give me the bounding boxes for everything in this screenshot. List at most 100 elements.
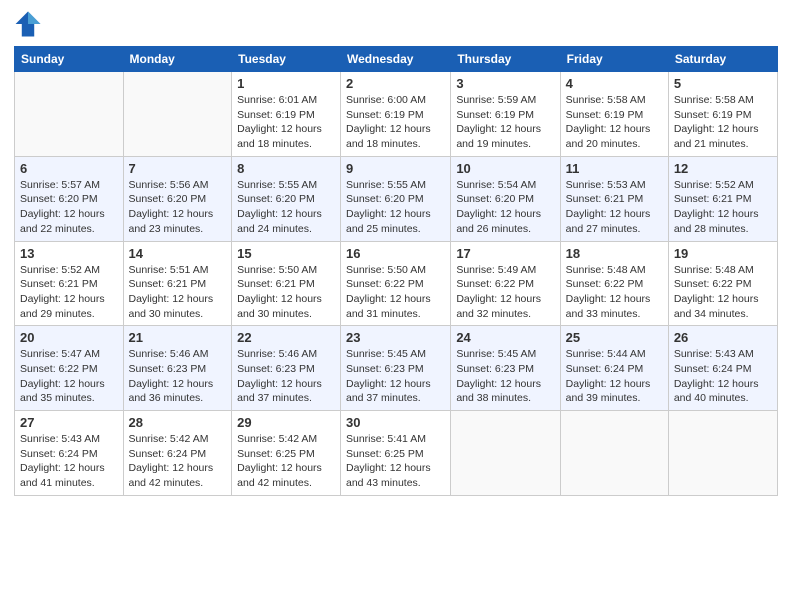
day-number: 25 [566, 330, 663, 345]
calendar-day-cell: 24 Sunrise: 5:45 AMSunset: 6:23 PMDayligh… [451, 326, 560, 411]
day-number: 24 [456, 330, 554, 345]
day-number: 23 [346, 330, 445, 345]
day-info: Sunrise: 5:58 AMSunset: 6:19 PMDaylight:… [674, 93, 772, 152]
day-number: 18 [566, 246, 663, 261]
calendar-day-cell: 6 Sunrise: 5:57 AMSunset: 6:20 PMDaylight… [15, 156, 124, 241]
calendar-day-cell: 7 Sunrise: 5:56 AMSunset: 6:20 PMDaylight… [123, 156, 232, 241]
day-info: Sunrise: 5:43 AMSunset: 6:24 PMDaylight:… [20, 432, 118, 491]
day-info: Sunrise: 5:58 AMSunset: 6:19 PMDaylight:… [566, 93, 663, 152]
day-info: Sunrise: 5:54 AMSunset: 6:20 PMDaylight:… [456, 178, 554, 237]
day-number: 20 [20, 330, 118, 345]
calendar-week-row: 27 Sunrise: 5:43 AMSunset: 6:24 PMDayligh… [15, 411, 778, 496]
calendar-week-row: 1Sunrise: 6:01 AMSunset: 6:19 PMDaylight… [15, 72, 778, 157]
day-info: Sunrise: 5:44 AMSunset: 6:24 PMDaylight:… [566, 347, 663, 406]
calendar-day-cell [123, 72, 232, 157]
day-number: 11 [566, 161, 663, 176]
day-info: Sunrise: 5:50 AMSunset: 6:22 PMDaylight:… [346, 263, 445, 322]
calendar-day-cell [668, 411, 777, 496]
day-info: Sunrise: 5:50 AMSunset: 6:21 PMDaylight:… [237, 263, 335, 322]
day-number: 7 [129, 161, 227, 176]
day-number: 13 [20, 246, 118, 261]
day-info: Sunrise: 5:52 AMSunset: 6:21 PMDaylight:… [674, 178, 772, 237]
calendar-day-cell: 1Sunrise: 6:01 AMSunset: 6:19 PMDaylight… [232, 72, 341, 157]
calendar-day-cell: 26 Sunrise: 5:43 AMSunset: 6:24 PMDayligh… [668, 326, 777, 411]
calendar-week-row: 6 Sunrise: 5:57 AMSunset: 6:20 PMDaylight… [15, 156, 778, 241]
calendar-day-cell: 2Sunrise: 6:00 AMSunset: 6:19 PMDaylight… [341, 72, 451, 157]
logo-icon [14, 10, 42, 38]
calendar-day-cell: 15 Sunrise: 5:50 AMSunset: 6:21 PMDayligh… [232, 241, 341, 326]
header [14, 10, 778, 38]
calendar-day-cell: 22 Sunrise: 5:46 AMSunset: 6:23 PMDayligh… [232, 326, 341, 411]
calendar-day-cell: 18 Sunrise: 5:48 AMSunset: 6:22 PMDayligh… [560, 241, 668, 326]
calendar-day-cell: 25 Sunrise: 5:44 AMSunset: 6:24 PMDayligh… [560, 326, 668, 411]
calendar-day-cell: 23 Sunrise: 5:45 AMSunset: 6:23 PMDayligh… [341, 326, 451, 411]
day-info: Sunrise: 5:46 AMSunset: 6:23 PMDaylight:… [237, 347, 335, 406]
day-info: Sunrise: 5:51 AMSunset: 6:21 PMDaylight:… [129, 263, 227, 322]
weekday-header-row: SundayMondayTuesdayWednesdayThursdayFrid… [15, 47, 778, 72]
day-info: Sunrise: 5:48 AMSunset: 6:22 PMDaylight:… [566, 263, 663, 322]
day-info: Sunrise: 5:45 AMSunset: 6:23 PMDaylight:… [346, 347, 445, 406]
day-number: 22 [237, 330, 335, 345]
calendar-day-cell: 12 Sunrise: 5:52 AMSunset: 6:21 PMDayligh… [668, 156, 777, 241]
day-number: 29 [237, 415, 335, 430]
day-number: 27 [20, 415, 118, 430]
calendar-day-cell: 9 Sunrise: 5:55 AMSunset: 6:20 PMDaylight… [341, 156, 451, 241]
day-info: Sunrise: 5:43 AMSunset: 6:24 PMDaylight:… [674, 347, 772, 406]
day-info: Sunrise: 5:49 AMSunset: 6:22 PMDaylight:… [456, 263, 554, 322]
weekday-header-tuesday: Tuesday [232, 47, 341, 72]
day-info: Sunrise: 5:52 AMSunset: 6:21 PMDaylight:… [20, 263, 118, 322]
day-number: 1 [237, 76, 335, 91]
calendar-day-cell: 27 Sunrise: 5:43 AMSunset: 6:24 PMDayligh… [15, 411, 124, 496]
calendar-week-row: 20 Sunrise: 5:47 AMSunset: 6:22 PMDayligh… [15, 326, 778, 411]
day-number: 28 [129, 415, 227, 430]
day-number: 26 [674, 330, 772, 345]
day-info: Sunrise: 5:46 AMSunset: 6:23 PMDaylight:… [129, 347, 227, 406]
day-number: 3 [456, 76, 554, 91]
weekday-header-sunday: Sunday [15, 47, 124, 72]
day-number: 30 [346, 415, 445, 430]
calendar-day-cell: 30 Sunrise: 5:41 AMSunset: 6:25 PMDayligh… [341, 411, 451, 496]
calendar-day-cell: 19Sunrise: 5:48 AMSunset: 6:22 PMDayligh… [668, 241, 777, 326]
day-number: 5 [674, 76, 772, 91]
day-number: 2 [346, 76, 445, 91]
calendar-day-cell: 3Sunrise: 5:59 AMSunset: 6:19 PMDaylight… [451, 72, 560, 157]
calendar-day-cell: 8Sunrise: 5:55 AMSunset: 6:20 PMDaylight… [232, 156, 341, 241]
calendar-day-cell [560, 411, 668, 496]
day-info: Sunrise: 5:48 AMSunset: 6:22 PMDaylight:… [674, 263, 772, 322]
day-info: Sunrise: 5:57 AMSunset: 6:20 PMDaylight:… [20, 178, 118, 237]
calendar-day-cell [15, 72, 124, 157]
calendar: SundayMondayTuesdayWednesdayThursdayFrid… [14, 46, 778, 496]
calendar-day-cell: 29 Sunrise: 5:42 AMSunset: 6:25 PMDayligh… [232, 411, 341, 496]
day-number: 21 [129, 330, 227, 345]
day-info: Sunrise: 5:42 AMSunset: 6:24 PMDaylight:… [129, 432, 227, 491]
calendar-day-cell: 17 Sunrise: 5:49 AMSunset: 6:22 PMDayligh… [451, 241, 560, 326]
calendar-day-cell: 4 Sunrise: 5:58 AMSunset: 6:19 PMDaylight… [560, 72, 668, 157]
day-info: Sunrise: 5:45 AMSunset: 6:23 PMDaylight:… [456, 347, 554, 406]
day-number: 4 [566, 76, 663, 91]
day-number: 10 [456, 161, 554, 176]
day-number: 17 [456, 246, 554, 261]
day-number: 16 [346, 246, 445, 261]
calendar-day-cell: 10 Sunrise: 5:54 AMSunset: 6:20 PMDayligh… [451, 156, 560, 241]
day-info: Sunrise: 5:53 AMSunset: 6:21 PMDaylight:… [566, 178, 663, 237]
day-info: Sunrise: 5:41 AMSunset: 6:25 PMDaylight:… [346, 432, 445, 491]
day-number: 15 [237, 246, 335, 261]
calendar-week-row: 13 Sunrise: 5:52 AMSunset: 6:21 PMDayligh… [15, 241, 778, 326]
page: SundayMondayTuesdayWednesdayThursdayFrid… [0, 0, 792, 612]
day-info: Sunrise: 5:47 AMSunset: 6:22 PMDaylight:… [20, 347, 118, 406]
calendar-day-cell: 28 Sunrise: 5:42 AMSunset: 6:24 PMDayligh… [123, 411, 232, 496]
weekday-header-saturday: Saturday [668, 47, 777, 72]
day-number: 6 [20, 161, 118, 176]
day-number: 12 [674, 161, 772, 176]
calendar-day-cell: 5 Sunrise: 5:58 AMSunset: 6:19 PMDaylight… [668, 72, 777, 157]
calendar-day-cell [451, 411, 560, 496]
weekday-header-monday: Monday [123, 47, 232, 72]
calendar-day-cell: 11 Sunrise: 5:53 AMSunset: 6:21 PMDayligh… [560, 156, 668, 241]
day-info: Sunrise: 5:56 AMSunset: 6:20 PMDaylight:… [129, 178, 227, 237]
day-number: 9 [346, 161, 445, 176]
calendar-day-cell: 16 Sunrise: 5:50 AMSunset: 6:22 PMDayligh… [341, 241, 451, 326]
day-info: Sunrise: 5:55 AMSunset: 6:20 PMDaylight:… [346, 178, 445, 237]
day-info: Sunrise: 5:42 AMSunset: 6:25 PMDaylight:… [237, 432, 335, 491]
weekday-header-thursday: Thursday [451, 47, 560, 72]
logo [14, 10, 44, 38]
